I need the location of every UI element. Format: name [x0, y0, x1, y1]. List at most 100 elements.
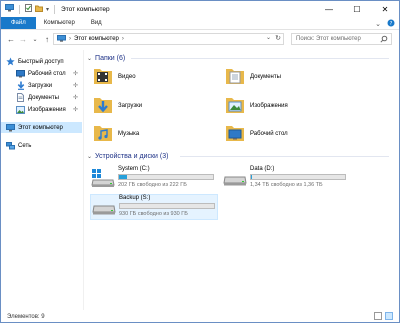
breadcrumb-separator-end[interactable]: › [122, 36, 124, 42]
network-icon [6, 141, 15, 150]
refresh-button[interactable]: ↻ [275, 34, 281, 42]
folder-label: Музыка [118, 131, 140, 137]
navigation-pane: Быстрый доступ Рабочий стол ✢ Загрузки ✢… [1, 50, 82, 310]
this-pc-icon [6, 123, 15, 132]
minimize-button[interactable]: — [315, 1, 343, 17]
drives-group-title: Устройства и диски (3) [95, 152, 169, 160]
sidebar-item-documents[interactable]: Документы ✢ [1, 92, 82, 103]
quick-access-toolbar: ▾ [1, 1, 57, 17]
sidebar-item-downloads[interactable]: Загрузки ✢ [1, 80, 82, 91]
star-icon [6, 57, 15, 66]
details-view-icon[interactable] [374, 312, 382, 320]
ribbon-tabs: Файл Компьютер Вид ⌄ ? [1, 17, 399, 30]
sidebar-item-label: Сеть [18, 142, 32, 149]
back-button[interactable]: ← [5, 33, 17, 45]
this-pc-icon [57, 34, 66, 44]
new-folder-icon[interactable] [35, 5, 43, 14]
drive-name: Data (D:) [250, 166, 275, 172]
address-dropdown-button[interactable]: ⌄ [266, 34, 271, 41]
folder-item-desktop[interactable]: Рабочий стол [225, 123, 355, 145]
drive-item-backup-s[interactable]: Backup (S:) 930 ГБ свободно из 930 ГБ [90, 194, 218, 220]
customize-toolbar-icon[interactable]: ▾ [46, 6, 49, 13]
chevron-down-icon[interactable]: ⌄ [87, 153, 92, 160]
drive-item-data-d[interactable]: Data (D:) 1,34 ТБ свободно из 1,36 ТБ [222, 166, 350, 192]
folder-item-pictures[interactable]: Изображения [225, 95, 355, 117]
folder-item-music[interactable]: Музыка [93, 123, 223, 145]
properties-icon[interactable] [25, 4, 32, 14]
pin-icon[interactable]: ✢ [73, 94, 78, 101]
drive-free-space: 930 ГБ свободно из 930 ГБ [119, 211, 188, 217]
help-icon[interactable]: ? [387, 19, 395, 29]
pictures-folder-icon [225, 95, 245, 117]
tab-view[interactable]: Вид [83, 17, 110, 29]
close-button[interactable]: ✕ [371, 1, 399, 17]
folder-label: Загрузки [118, 103, 143, 109]
folder-item-downloads[interactable]: Загрузки [93, 95, 223, 117]
sidebar-item-label: Загрузки [28, 82, 53, 89]
sidebar-item-label: Этот компьютер [18, 124, 63, 131]
documents-folder-icon [225, 66, 245, 88]
pin-icon[interactable]: ✢ [73, 70, 78, 77]
drive-icon [92, 197, 116, 219]
up-button[interactable]: ↑ [41, 33, 53, 45]
sidebar-item-label: Документы [28, 94, 59, 101]
this-pc-icon [5, 4, 14, 14]
drive-name: Backup (S:) [119, 195, 151, 201]
forward-button[interactable]: → [17, 33, 29, 45]
folder-label: Рабочий стол [250, 131, 288, 137]
drive-usage-fill [251, 175, 253, 179]
window-controls: — ☐ ✕ [315, 1, 399, 17]
music-folder-icon [93, 123, 113, 145]
folders-group-title: Папки (6) [95, 54, 126, 62]
recent-locations-button[interactable]: ⌄ [29, 33, 41, 45]
sidebar-item-network[interactable]: Сеть [1, 140, 82, 151]
pictures-icon [16, 105, 25, 114]
sidebar-item-label: Изображения [28, 106, 66, 113]
large-icons-view-icon[interactable] [385, 312, 393, 320]
folder-item-video[interactable]: Видео [93, 66, 223, 88]
drive-free-space: 202 ГБ свободно из 222 ГБ [118, 182, 187, 188]
drive-item-system-c[interactable]: System (C:) 202 ГБ свободно из 222 ГБ [90, 166, 218, 192]
desktop-icon [16, 69, 25, 78]
navigation-bar: ← → ⌄ ↑ › Этот компьютер › ⌄ ↻ Поиск: Эт… [1, 30, 399, 48]
folder-label: Документы [250, 74, 281, 80]
pane-divider[interactable] [83, 50, 84, 310]
search-input[interactable]: Поиск: Этот компьютер [291, 33, 392, 45]
chevron-down-icon[interactable]: ⌄ [87, 55, 92, 62]
folder-item-documents[interactable]: Документы [225, 66, 355, 88]
drive-usage-bar [118, 174, 214, 180]
sidebar-item-quick-access[interactable]: Быстрый доступ [1, 56, 82, 67]
folders-group-header[interactable]: ⌄ Папки (6) [87, 53, 125, 63]
pin-icon[interactable]: ✢ [73, 106, 78, 113]
downloads-folder-icon [93, 95, 113, 117]
title-bar: ▾ Этот компьютер — ☐ ✕ [1, 1, 399, 17]
search-icon [380, 35, 388, 45]
folder-label: Видео [118, 74, 136, 80]
breadcrumb-separator[interactable]: › [69, 36, 71, 42]
sidebar-item-label: Быстрый доступ [18, 58, 64, 65]
sidebar-item-desktop[interactable]: Рабочий стол ✢ [1, 68, 82, 79]
address-bar[interactable]: › Этот компьютер › ⌄ ↻ [53, 33, 284, 45]
download-arrow-icon [16, 81, 25, 90]
svg-text:?: ? [390, 21, 393, 27]
tab-computer[interactable]: Компьютер [36, 17, 83, 29]
pin-icon[interactable]: ✢ [73, 82, 78, 89]
explorer-window: ▾ Этот компьютер — ☐ ✕ Файл Компьютер Ви… [0, 0, 400, 323]
maximize-button[interactable]: ☐ [343, 1, 371, 17]
drives-group-header[interactable]: ⌄ Устройства и диски (3) [87, 151, 168, 161]
sidebar-item-pictures[interactable]: Изображения ✢ [1, 104, 82, 115]
video-folder-icon [93, 66, 113, 88]
ribbon-right-controls: ⌄ ? [375, 17, 395, 30]
windows-drive-icon [91, 168, 115, 190]
view-switcher [374, 312, 393, 320]
drive-usage-fill [119, 175, 128, 179]
breadcrumb-this-pc[interactable]: Этот компьютер [74, 36, 119, 42]
tab-file[interactable]: Файл [1, 17, 36, 29]
chevron-down-icon[interactable]: ⌄ [375, 20, 381, 28]
sidebar-item-label: Рабочий стол [28, 70, 66, 77]
sidebar-item-this-pc[interactable]: Этот компьютер [1, 122, 82, 133]
status-bar: Элементов: 9 [1, 310, 399, 323]
search-placeholder: Поиск: Этот компьютер [296, 36, 361, 42]
item-count: Элементов: 9 [7, 313, 45, 320]
drive-usage-bar [250, 174, 346, 180]
